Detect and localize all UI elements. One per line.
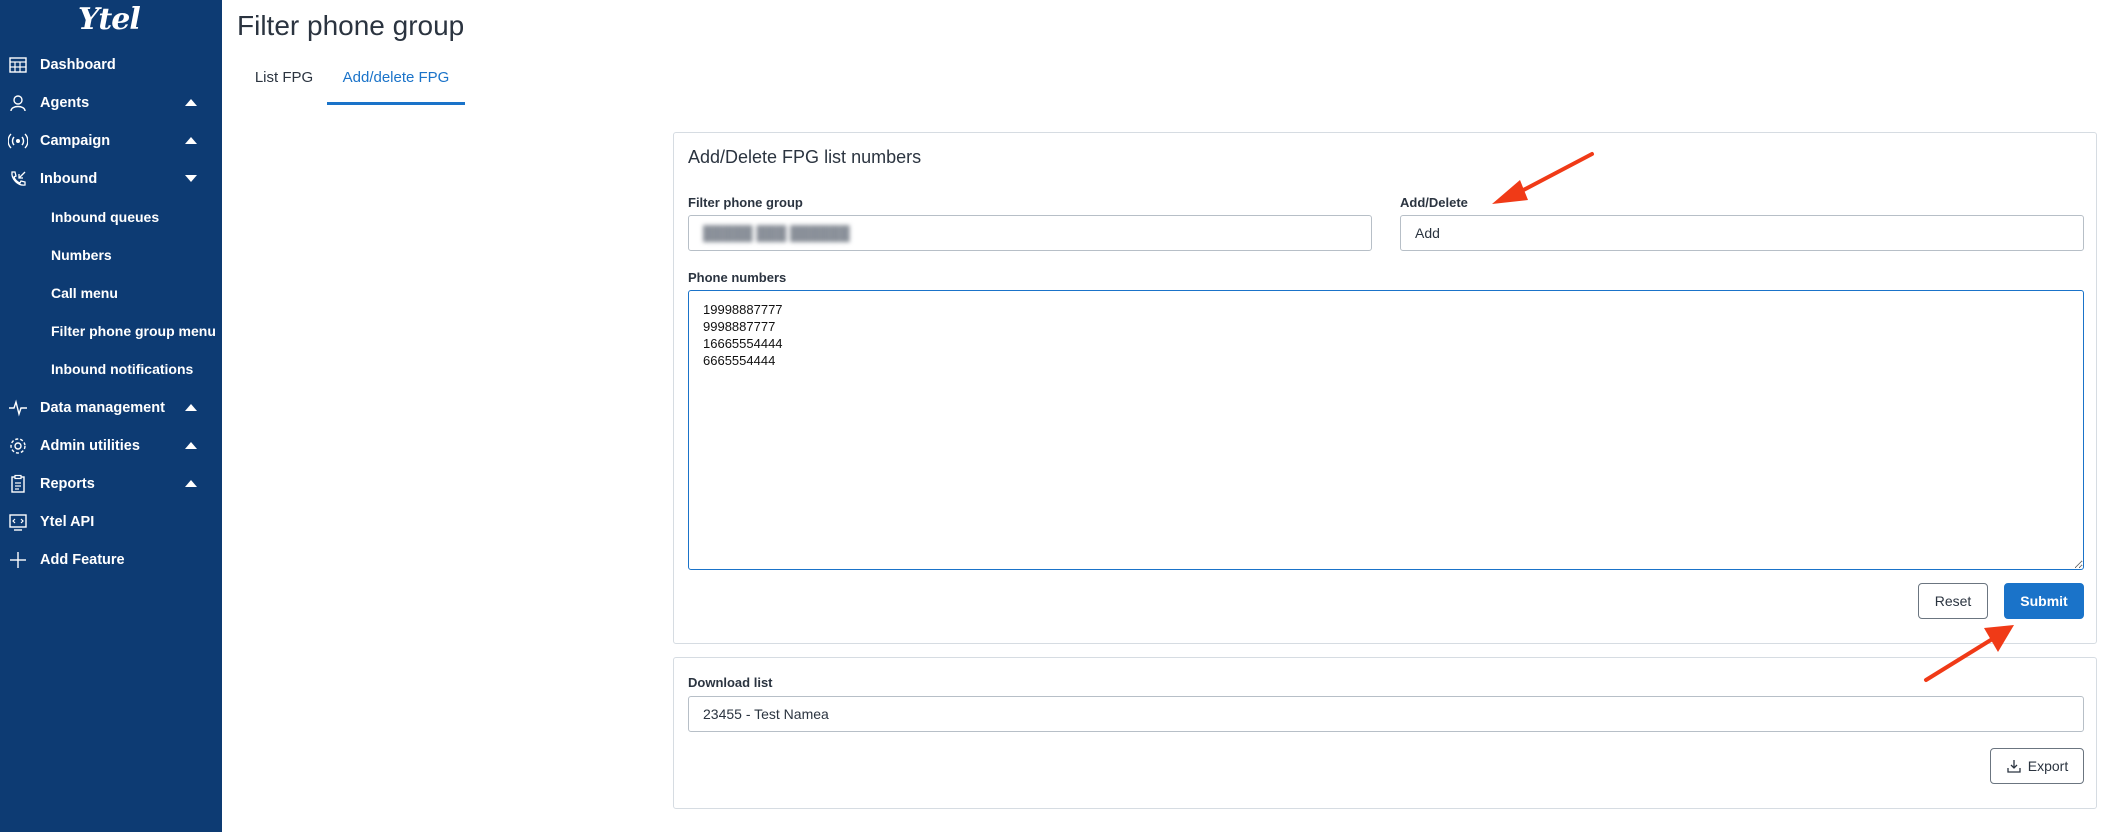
sidebar-item-reports[interactable]: Reports (0, 465, 222, 503)
caret-up-icon (185, 99, 197, 106)
submit-button-label: Submit (2020, 593, 2068, 609)
sidebar-subitem-inbound-queues[interactable]: Inbound queues (0, 198, 222, 236)
add-delete-panel: Add/Delete FPG list numbers Filter phone… (673, 132, 2097, 644)
filter-group-value: █████ ███ ██████ (703, 225, 850, 241)
caret-up-icon (185, 404, 197, 411)
sidebar-item-label: Agents (40, 95, 90, 111)
caret-up-icon (185, 442, 197, 449)
inbound-phone-icon (8, 169, 28, 189)
download-list-label: Download list (688, 675, 773, 690)
sidebar-item-dashboard[interactable]: Dashboard (0, 46, 222, 84)
sidebar-subitem-label: Inbound queues (51, 209, 160, 225)
panel-title: Add/Delete FPG list numbers (688, 147, 922, 167)
sidebar-subitem-label: Numbers (51, 247, 112, 263)
filter-group-label: Filter phone group (688, 195, 803, 210)
page-title: Filter phone group (237, 10, 465, 41)
add-delete-select[interactable]: Add (1400, 215, 2084, 251)
filter-group-select[interactable]: █████ ███ ██████ (688, 215, 1372, 251)
download-list-value: 23455 - Test Namea (703, 706, 829, 722)
ytel-logo[interactable]: Ytel (78, 2, 142, 40)
sidebar-item-admin-utilities[interactable]: Admin utilities (0, 427, 222, 465)
sidebar-subitem-call-menu[interactable]: Call menu (0, 274, 222, 312)
sidebar-item-add-feature[interactable]: Add Feature (0, 541, 222, 579)
sidebar-item-data-management[interactable]: Data management (0, 389, 222, 427)
tab-list-fpg[interactable]: List FPG (239, 62, 329, 102)
tab-add-delete-fpg[interactable]: Add/delete FPG (327, 62, 465, 105)
sidebar-item-label: Campaign (40, 133, 111, 149)
phone-numbers-textarea[interactable] (688, 290, 2084, 570)
sidebar-item-label: Data management (40, 400, 165, 416)
export-button-label: Export (2027, 758, 2069, 774)
main-content: Filter phone group List FPG Add/delete F… (222, 0, 2115, 832)
reset-button[interactable]: Reset (1918, 583, 1988, 619)
add-delete-value: Add (1415, 225, 1440, 241)
api-icon (8, 512, 28, 532)
download-icon (2007, 760, 2021, 773)
sidebar: Ytel Dashboard Agents Campaign Inbound I… (0, 0, 222, 832)
clipboard-icon (8, 474, 28, 494)
download-list-select[interactable]: 23455 - Test Namea (688, 696, 2084, 732)
sidebar-item-label: Reports (40, 476, 95, 492)
sidebar-subitem-inbound-notifications[interactable]: Inbound notifications (0, 350, 222, 388)
sidebar-item-ytel-api[interactable]: Ytel API (0, 503, 222, 541)
caret-up-icon (185, 137, 197, 144)
pulse-icon (8, 398, 28, 418)
sidebar-subitem-numbers[interactable]: Numbers (0, 236, 222, 274)
download-panel: Download list 23455 - Test Namea Export (673, 657, 2097, 809)
sidebar-subitem-label: Call menu (51, 285, 118, 301)
sidebar-item-campaign[interactable]: Campaign (0, 122, 222, 160)
tab-label: List FPG (254, 69, 314, 86)
dashboard-icon (8, 55, 28, 75)
sidebar-item-inbound[interactable]: Inbound (0, 160, 222, 198)
submit-button[interactable]: Submit (2004, 583, 2084, 619)
gear-icon (8, 436, 28, 456)
plus-icon (8, 550, 28, 570)
sidebar-item-label: Add Feature (40, 552, 125, 568)
sidebar-item-agents[interactable]: Agents (0, 84, 222, 122)
sidebar-item-label: Inbound (40, 171, 98, 187)
phone-numbers-label: Phone numbers (688, 270, 787, 285)
tab-label: Add/delete FPG (342, 69, 450, 86)
sidebar-item-label: Dashboard (40, 57, 116, 73)
logo-text: Ytel (78, 2, 141, 37)
export-button[interactable]: Export (1990, 748, 2084, 784)
sidebar-subitem-label: Inbound notifications (51, 361, 194, 377)
caret-up-icon (185, 480, 197, 487)
sidebar-subitem-filter-phone-group-menu[interactable]: Filter phone group menu (0, 312, 222, 350)
caret-down-icon (185, 175, 197, 182)
sidebar-item-label: Admin utilities (40, 438, 140, 454)
add-delete-label: Add/Delete (1400, 195, 1468, 210)
sidebar-subitem-label: Filter phone group menu (51, 323, 216, 339)
campaign-icon (8, 131, 28, 151)
reset-button-label: Reset (1934, 593, 1972, 609)
agent-icon (8, 93, 28, 113)
sidebar-item-label: Ytel API (40, 514, 95, 530)
